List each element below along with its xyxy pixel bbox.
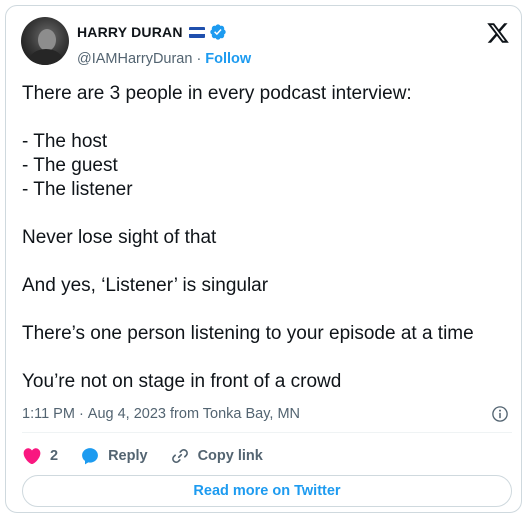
author-handle[interactable]: @IAMHarryDuran — [77, 51, 192, 67]
tweet-line-gap — [22, 346, 512, 370]
reply-label: Reply — [108, 448, 148, 464]
meta-separator: · — [78, 406, 84, 422]
divider — [22, 432, 512, 433]
tweet-line: There’s one person listening to your epi… — [22, 323, 474, 344]
tweet-line-gap — [22, 298, 512, 322]
tweet-line: And yes, ‘Listener’ is singular — [22, 275, 269, 296]
copy-link-button[interactable]: Copy link — [170, 446, 263, 466]
tweet-line-gap — [22, 106, 512, 130]
verified-badge-icon — [209, 24, 226, 40]
el-salvador-flag-icon — [188, 26, 205, 38]
x-logo-icon[interactable] — [486, 21, 510, 45]
like-button[interactable]: 2 — [22, 446, 58, 466]
avatar-face — [38, 29, 56, 51]
avatar-body — [29, 49, 63, 65]
action-bar: 2 Reply Copy link — [22, 444, 285, 468]
reply-button[interactable]: Reply — [80, 446, 148, 466]
tweet-line: Never lose sight of that — [22, 227, 217, 248]
copy-link-label: Copy link — [197, 448, 263, 464]
info-icon[interactable] — [491, 405, 509, 423]
author-handle-row: @IAMHarryDuran · Follow — [77, 51, 251, 67]
tweet-card: HARRY DURAN @IAMHarryDuran · Follow Ther… — [5, 5, 522, 513]
author-display-name[interactable]: HARRY DURAN — [77, 24, 183, 40]
author-name-row: HARRY DURAN — [77, 23, 227, 41]
tweet-meta: 1:11 PM · Aug 4, 2023 from Tonka Bay, MN — [22, 404, 509, 424]
tweet-text: There are 3 people in every podcast inte… — [22, 82, 512, 394]
tweet-line: You’re not on stage in front of a crowd — [22, 371, 342, 392]
reply-bubble-icon — [82, 448, 98, 465]
tweet-line: There are 3 people in every podcast inte… — [22, 83, 412, 104]
tweet-line: - The host — [22, 131, 108, 152]
like-count: 2 — [50, 448, 59, 464]
heart-icon — [23, 448, 41, 465]
tweet-line: - The listener — [22, 179, 133, 200]
link-icon — [171, 449, 188, 463]
tweet-line-gap — [22, 250, 512, 274]
read-more-button[interactable]: Read more on Twitter — [22, 475, 512, 507]
tweet-line-gap — [22, 202, 512, 226]
tweet-line: - The guest — [22, 155, 118, 176]
handle-separator: · — [196, 51, 202, 67]
tweet-time[interactable]: 1:11 PM — [22, 406, 75, 422]
tweet-date-location[interactable]: Aug 4, 2023 from Tonka Bay, MN — [88, 406, 300, 422]
avatar[interactable] — [21, 17, 69, 65]
follow-link[interactable]: Follow — [205, 51, 251, 67]
